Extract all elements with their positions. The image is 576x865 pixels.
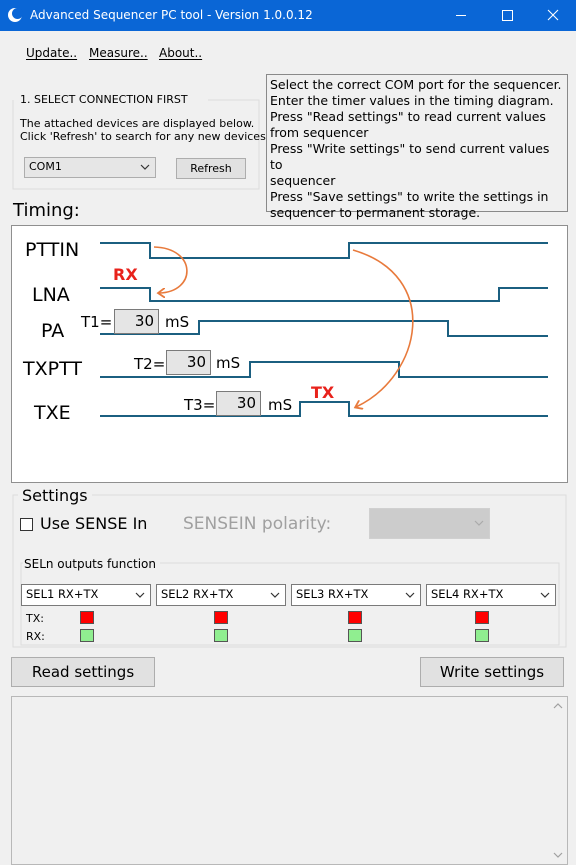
sensein-polarity-label: SENSEIN polarity: (183, 514, 332, 534)
close-button[interactable] (530, 0, 576, 31)
t1-unit: mS (165, 313, 190, 331)
sel3-tx-indicator[interactable] (348, 611, 362, 624)
t1-label: T1= (81, 313, 113, 331)
instruction-line: Enter the timer values in the timing dia… (270, 93, 554, 108)
sel3-select[interactable]: SEL3 RX+TX (291, 584, 421, 606)
sel2-tx-indicator[interactable] (214, 611, 228, 624)
sel2-value: SEL2 RX+TX (161, 587, 234, 601)
sel-outputs-label: SELn outputs function (24, 557, 158, 571)
sel1-select[interactable]: SEL1 RX+TX (21, 584, 151, 606)
menu-bar (1, 31, 575, 67)
trace-txe (100, 401, 548, 417)
instruction-line: Press "Read settings" to read current va… (270, 109, 546, 124)
read-settings-button[interactable]: Read settings (11, 657, 155, 687)
chevron-down-icon (405, 592, 415, 598)
use-sense-checkbox[interactable] (20, 518, 33, 531)
chevron-down-icon (474, 520, 484, 526)
rx-arrow (153, 246, 188, 293)
tx-row-label: TX: (26, 612, 44, 625)
timing-label: Timing: (13, 200, 80, 221)
signal-pttin-label: PTTIN (25, 239, 80, 261)
t3-input[interactable]: 30 (216, 391, 261, 416)
chevron-down-icon (540, 592, 550, 598)
tx-arrow (352, 249, 414, 407)
window-title: Advanced Sequencer PC tool - Version 1.0… (30, 8, 313, 22)
menu-about[interactable]: About.. (159, 46, 202, 60)
trace-lna (100, 287, 548, 302)
t2-unit: mS (216, 354, 241, 372)
sel2-select[interactable]: SEL2 RX+TX (156, 584, 286, 606)
write-settings-button[interactable]: Write settings (420, 657, 564, 687)
sel4-tx-indicator[interactable] (475, 611, 489, 624)
sensein-polarity-select[interactable] (369, 508, 490, 539)
connection-group-title: 1. SELECT CONNECTION FIRST (20, 93, 188, 106)
scroll-up-icon[interactable] (553, 702, 563, 709)
sel4-select[interactable]: SEL4 RX+TX (426, 584, 556, 606)
timing-diagram: PTTIN LNA PA TXPTT TXE RX TX T1= 30 mS T… (11, 225, 568, 483)
sel3-rx-indicator[interactable] (348, 629, 362, 642)
signal-pa-label: PA (41, 320, 65, 342)
trace-pttin (100, 242, 548, 259)
com-port-value: COM1 (29, 160, 62, 173)
chevron-down-icon (270, 592, 280, 598)
sel4-rx-indicator[interactable] (475, 629, 489, 642)
moon-icon (8, 8, 23, 22)
chevron-down-icon (140, 164, 150, 170)
sel1-tx-indicator[interactable] (80, 611, 94, 624)
rx-marker: RX (113, 265, 138, 284)
t2-label: T2= (134, 355, 166, 373)
scroll-down-icon[interactable] (553, 852, 563, 859)
maximize-icon (502, 10, 513, 21)
title-bar: Advanced Sequencer PC tool - Version 1.0… (0, 0, 576, 31)
sel1-rx-indicator[interactable] (80, 629, 94, 642)
log-textarea[interactable] (11, 696, 568, 865)
sel3-value: SEL3 RX+TX (296, 587, 369, 601)
tx-marker: TX (311, 383, 335, 402)
signal-txe-label: TXE (34, 402, 71, 424)
minimize-button[interactable] (438, 0, 484, 31)
signal-txptt-label: TXPTT (23, 358, 82, 380)
connection-help-line2: Click 'Refresh' to search for any new de… (20, 130, 270, 143)
sel4-value: SEL4 RX+TX (431, 587, 504, 601)
t3-label: T3= (184, 396, 216, 414)
instruction-line: Press "Save settings" to write the setti… (270, 189, 549, 204)
menu-measure[interactable]: Measure.. (89, 46, 148, 60)
maximize-button[interactable] (484, 0, 530, 31)
instruction-line: sequencer (270, 173, 336, 188)
signal-lna-label: LNA (32, 284, 70, 306)
instruction-line: from sequencer (270, 125, 369, 140)
sel1-value: SEL1 RX+TX (26, 587, 99, 601)
t2-input[interactable]: 30 (166, 350, 211, 375)
close-icon (547, 9, 559, 21)
sel2-rx-indicator[interactable] (214, 629, 228, 642)
menu-update[interactable]: Update.. (26, 46, 77, 60)
instructions-box: Select the correct COM port for the sequ… (266, 74, 568, 220)
use-sense-label: Use SENSE In (40, 514, 148, 533)
instruction-line: sequencer to permanent storage. (270, 205, 481, 220)
com-port-select[interactable]: COM1 (24, 157, 156, 178)
minimize-icon (456, 15, 466, 16)
connection-help-line1: The attached devices are displayed below… (20, 117, 255, 130)
timing-traces (100, 242, 548, 417)
t1-input[interactable]: 30 (114, 309, 159, 334)
rx-row-label: RX: (26, 630, 45, 643)
instruction-line: Press "Write settings" to send current v… (270, 141, 550, 172)
t3-unit: mS (268, 396, 293, 414)
log-scrollbar[interactable] (550, 697, 567, 864)
refresh-button[interactable]: Refresh (176, 158, 246, 179)
chevron-down-icon (135, 592, 145, 598)
instruction-line: Select the correct COM port for the sequ… (270, 77, 562, 92)
settings-label: Settings (20, 486, 90, 505)
